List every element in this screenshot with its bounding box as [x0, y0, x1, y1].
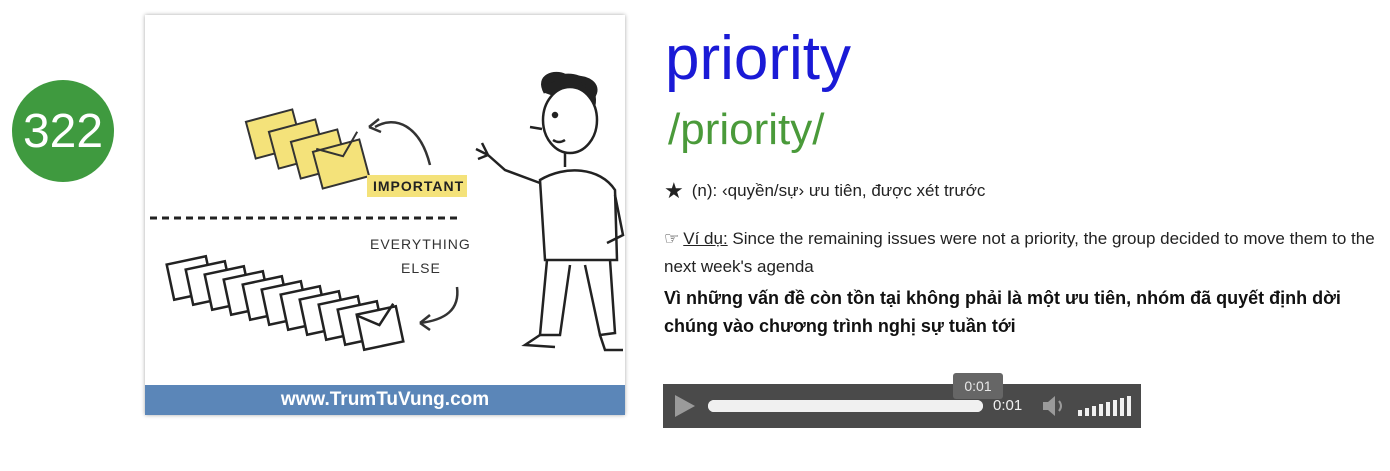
else-label: ELSE: [401, 260, 441, 276]
progress-track[interactable]: [708, 400, 983, 412]
meaning-text: (n): ‹quyền/sự› ưu tiên, được xét trước: [691, 181, 986, 200]
website-footer: www.TrumTuVung.com: [145, 385, 625, 415]
entry-number-badge: 322: [12, 80, 114, 182]
website-url: www.TrumTuVung.com: [280, 389, 490, 410]
translation-text: Vì những vấn đề còn tồn tại không phải l…: [664, 288, 1341, 336]
man-illustration: [475, 71, 625, 352]
entry-number: 322: [22, 104, 104, 158]
example-text: Since the remaining issues were not a pr…: [664, 229, 1375, 276]
vocabulary-word: priority: [665, 24, 852, 93]
star-icon: ★: [664, 178, 684, 203]
example-label: Ví dụ:: [683, 229, 728, 248]
example-block: ☞ Ví dụ: Since the remaining issues were …: [664, 225, 1379, 281]
progress-fill: [708, 400, 983, 412]
everything-label: EVERYTHING: [370, 236, 471, 252]
meaning-line: ★ (n): ‹quyền/sự› ưu tiên, được xét trướ…: [664, 178, 985, 204]
time-tooltip: 0:01: [953, 373, 1003, 399]
pronunciation: /priority/: [668, 105, 825, 154]
important-label: IMPORTANT: [373, 178, 464, 194]
important-envelopes: [244, 108, 371, 190]
arrow-to-important: [374, 121, 432, 166]
pointing-hand-icon: ☞: [664, 229, 680, 248]
current-time: 0:01: [993, 397, 1023, 414]
other-envelopes: [165, 254, 405, 352]
illustration-card: IMPORTANT EVERYTHING ELSE www.TrumTuVung…: [145, 15, 625, 415]
illustration-drawing: IMPORTANT EVERYTHING ELSE: [150, 71, 625, 352]
speaker-icon[interactable]: [1041, 395, 1069, 417]
volume-slider[interactable]: [1078, 396, 1131, 416]
play-icon[interactable]: [675, 395, 695, 417]
audio-player[interactable]: 0:01: [663, 384, 1141, 428]
tooltip-time: 0:01: [964, 378, 992, 394]
